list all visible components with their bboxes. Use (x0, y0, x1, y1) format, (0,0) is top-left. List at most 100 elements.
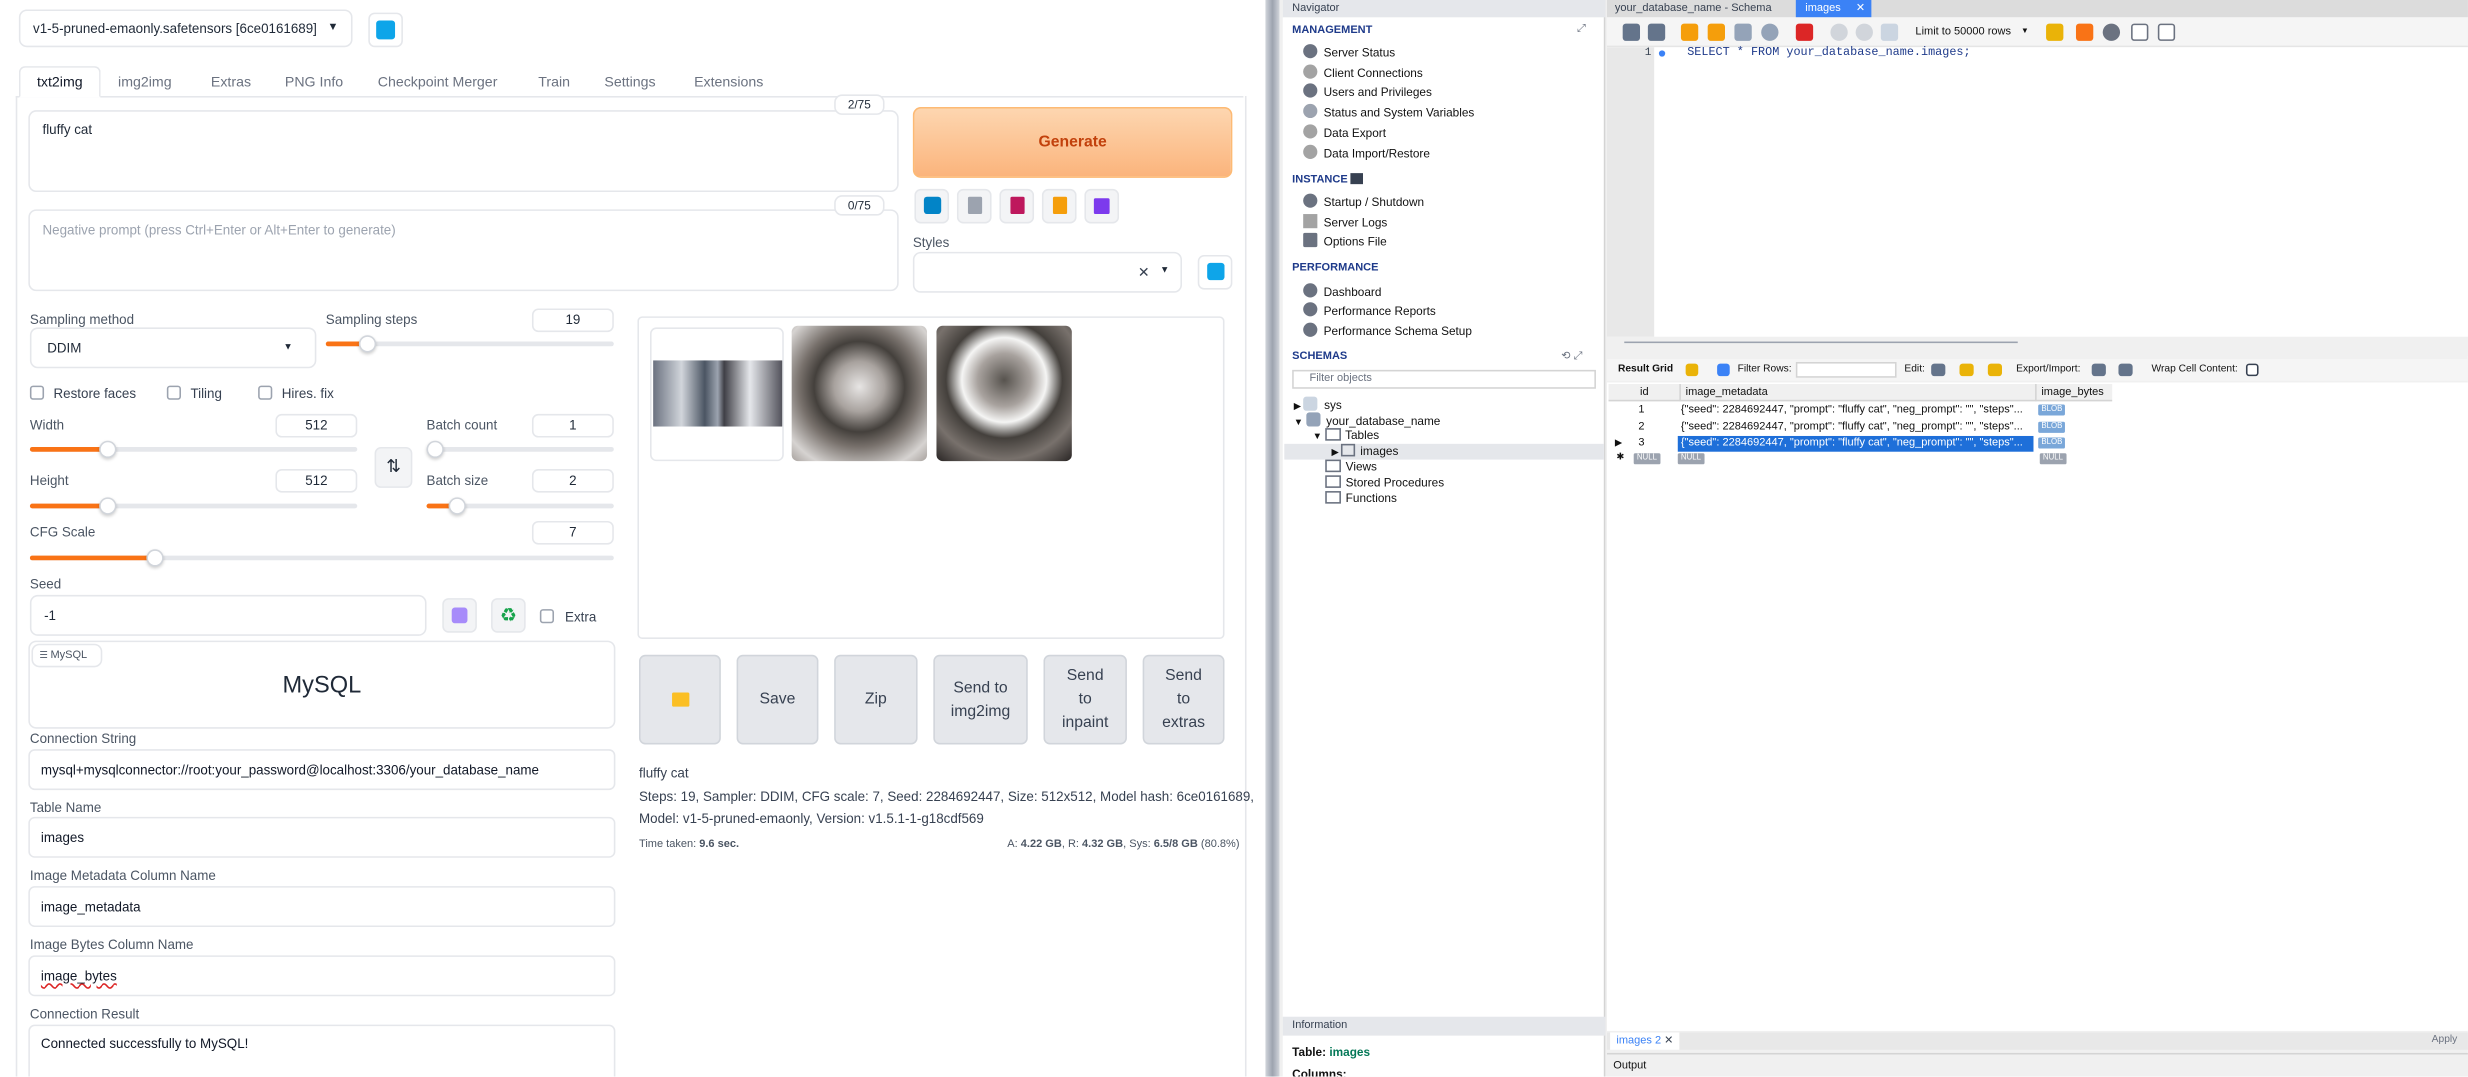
open-file-icon[interactable] (1622, 23, 1641, 41)
height-input[interactable]: 512 (275, 469, 358, 493)
table-name-input[interactable]: images (28, 816, 616, 858)
tiling-checkbox[interactable] (166, 385, 181, 400)
tree-stored-procedures[interactable]: Stored Procedures (1325, 475, 1444, 489)
nav-performance-reports[interactable]: Performance Reports (1303, 302, 1436, 318)
toggle-error-icon[interactable] (1795, 23, 1814, 41)
tab-img2img[interactable]: img2img (118, 68, 172, 96)
read-params-button[interactable] (914, 188, 950, 224)
nav-data-export[interactable]: Data Export (1303, 124, 1386, 140)
beautify-icon[interactable] (2075, 23, 2094, 41)
send-to-inpaint-button[interactable]: Send to inpaint (1043, 654, 1127, 745)
slider-knob[interactable] (99, 497, 117, 515)
cell-id[interactable]: 1 (1638, 403, 1644, 419)
table-row-new[interactable]: ✱ NULL NULL NULL (1609, 452, 2113, 466)
nav-performance-schema-setup[interactable]: Performance Schema Setup (1303, 322, 1472, 338)
nav-client-connections[interactable]: Client Connections (1303, 64, 1423, 80)
table-row[interactable]: 2 {"seed": 2284692447, "prompt": "fluffy … (1609, 419, 2113, 435)
tab-txt2img[interactable]: txt2img (18, 66, 101, 98)
close-icon[interactable]: ✕ (1856, 0, 1865, 17)
sampling-steps-slider[interactable] (325, 335, 614, 353)
cell-image-metadata[interactable]: {"seed": 2284692447, "prompt": "fluffy c… (1677, 435, 2034, 452)
import-icon[interactable] (2118, 363, 2133, 377)
cell-image-metadata[interactable]: {"seed": 2284692447, "prompt": "fluffy c… (1678, 419, 2034, 435)
reuse-seed-button[interactable]: ♻ (491, 598, 526, 633)
tab-settings[interactable]: Settings (604, 68, 655, 96)
refresh-checkpoint-button[interactable] (368, 12, 403, 48)
checkpoint-select[interactable]: v1-5-pruned-emaonly.safetensors [6ce0161… (18, 9, 353, 48)
explain-icon[interactable] (1734, 23, 1752, 41)
slider-knob[interactable] (146, 549, 164, 567)
width-slider[interactable] (29, 440, 358, 459)
nav-server-logs[interactable]: Server Logs (1303, 214, 1387, 230)
bytes-col-input[interactable]: image_bytes (28, 955, 616, 997)
cfg-slider[interactable] (29, 549, 614, 567)
height-slider[interactable] (29, 497, 358, 515)
prompt-textarea[interactable]: fluffy cat (28, 110, 899, 193)
tab-schema[interactable]: your_database_name - Schema (1607, 0, 1812, 17)
cell-image-bytes[interactable]: BLOB (2038, 404, 2066, 416)
random-seed-button[interactable] (442, 598, 477, 633)
send-to-extras-button[interactable]: Send to extras (1142, 654, 1225, 745)
autocommit-icon[interactable] (1880, 23, 1899, 41)
hires-fix-checkbox[interactable] (258, 385, 273, 400)
word-wrap-icon[interactable] (2157, 23, 2176, 41)
gallery-thumb-1[interactable] (791, 325, 928, 462)
apply-button[interactable]: Apply (2432, 1034, 2458, 1045)
trash-button[interactable] (956, 188, 992, 224)
save-style-button[interactable] (1084, 188, 1120, 224)
nav-users-privileges[interactable]: Users and Privileges (1303, 83, 1432, 99)
tab-png-info[interactable]: PNG Info (285, 68, 343, 96)
cell-image-metadata[interactable]: {"seed": 2284692447, "prompt": "fluffy c… (1678, 403, 2034, 419)
commit-icon[interactable] (1830, 23, 1848, 41)
grid-icon[interactable] (1685, 363, 1699, 377)
cell-id[interactable]: 2 (1638, 419, 1644, 435)
col-image-metadata[interactable]: image_metadata (1679, 384, 1768, 402)
save-file-icon[interactable] (1647, 23, 1666, 41)
invisible-chars-icon[interactable] (2131, 23, 2149, 41)
tree-views[interactable]: Views (1325, 459, 1377, 474)
meta-col-input[interactable]: image_metadata (28, 886, 616, 928)
tab-train[interactable]: Train (538, 68, 570, 96)
negative-prompt-textarea[interactable]: Negative prompt (press Ctrl+Enter or Alt… (28, 209, 899, 292)
gallery-thumb-2[interactable] (936, 325, 1072, 462)
slider-knob[interactable] (99, 440, 117, 459)
execute-icon[interactable] (1680, 23, 1699, 41)
extra-seed-checkbox[interactable] (539, 609, 555, 624)
restore-faces-checkbox[interactable] (29, 385, 45, 400)
nav-startup-shutdown[interactable]: Startup / Shutdown (1303, 193, 1424, 209)
slider-knob[interactable] (426, 440, 444, 459)
wrap-icon[interactable] (2245, 363, 2259, 377)
tab-images-query[interactable]: images ✕ (1795, 0, 1872, 18)
cell-id[interactable]: 3 (1638, 436, 1644, 452)
filter-objects-input[interactable]: Filter objects (1292, 369, 1596, 389)
styles-select[interactable]: ✕ ▼ (912, 251, 1182, 293)
batch-size-slider[interactable] (426, 497, 614, 515)
tree-tables[interactable]: ▼ Tables (1313, 428, 1379, 442)
conn-string-input[interactable]: mysql+mysqlconnector://root:your_passwor… (28, 749, 616, 791)
rollback-icon[interactable] (1855, 23, 1873, 41)
nav-options-file[interactable]: Options File (1303, 232, 1387, 249)
stop-icon[interactable] (1761, 23, 1779, 41)
add-row-icon[interactable] (1959, 363, 1974, 377)
expand-icon[interactable]: ⤢ (1577, 24, 1586, 37)
nav-server-status[interactable]: Server Status (1303, 44, 1395, 60)
refresh-styles-button[interactable] (1197, 254, 1233, 290)
slider-knob[interactable] (358, 335, 377, 353)
nav-dashboard[interactable]: Dashboard (1303, 283, 1381, 299)
refresh-schemas-icon[interactable]: ⟲ ⤢ (1561, 349, 1582, 363)
batch-count-input[interactable]: 1 (531, 413, 614, 438)
filter-rows-input[interactable] (1795, 361, 1897, 378)
delete-row-icon[interactable] (1987, 363, 2003, 377)
gallery-thumb-grid[interactable] (650, 327, 784, 462)
cell-image-bytes[interactable]: BLOB (2038, 421, 2066, 433)
col-id[interactable]: id (1640, 384, 1649, 401)
limit-rows-select[interactable]: Limit to 50000 rows ▼ (1912, 22, 2032, 42)
sampling-method-select[interactable]: DDIM ▼ (29, 327, 317, 369)
filter-icon[interactable] (1717, 363, 1730, 377)
send-to-img2img-button[interactable]: Send to img2img (933, 654, 1028, 745)
table-row[interactable]: 1 {"seed": 2284692447, "prompt": "fluffy … (1609, 403, 2113, 419)
seed-input[interactable]: -1 (29, 594, 427, 636)
close-icon[interactable]: ✕ (1664, 1036, 1673, 1047)
extra-networks-button[interactable] (999, 188, 1035, 224)
sampling-steps-input[interactable]: 19 (531, 308, 614, 333)
